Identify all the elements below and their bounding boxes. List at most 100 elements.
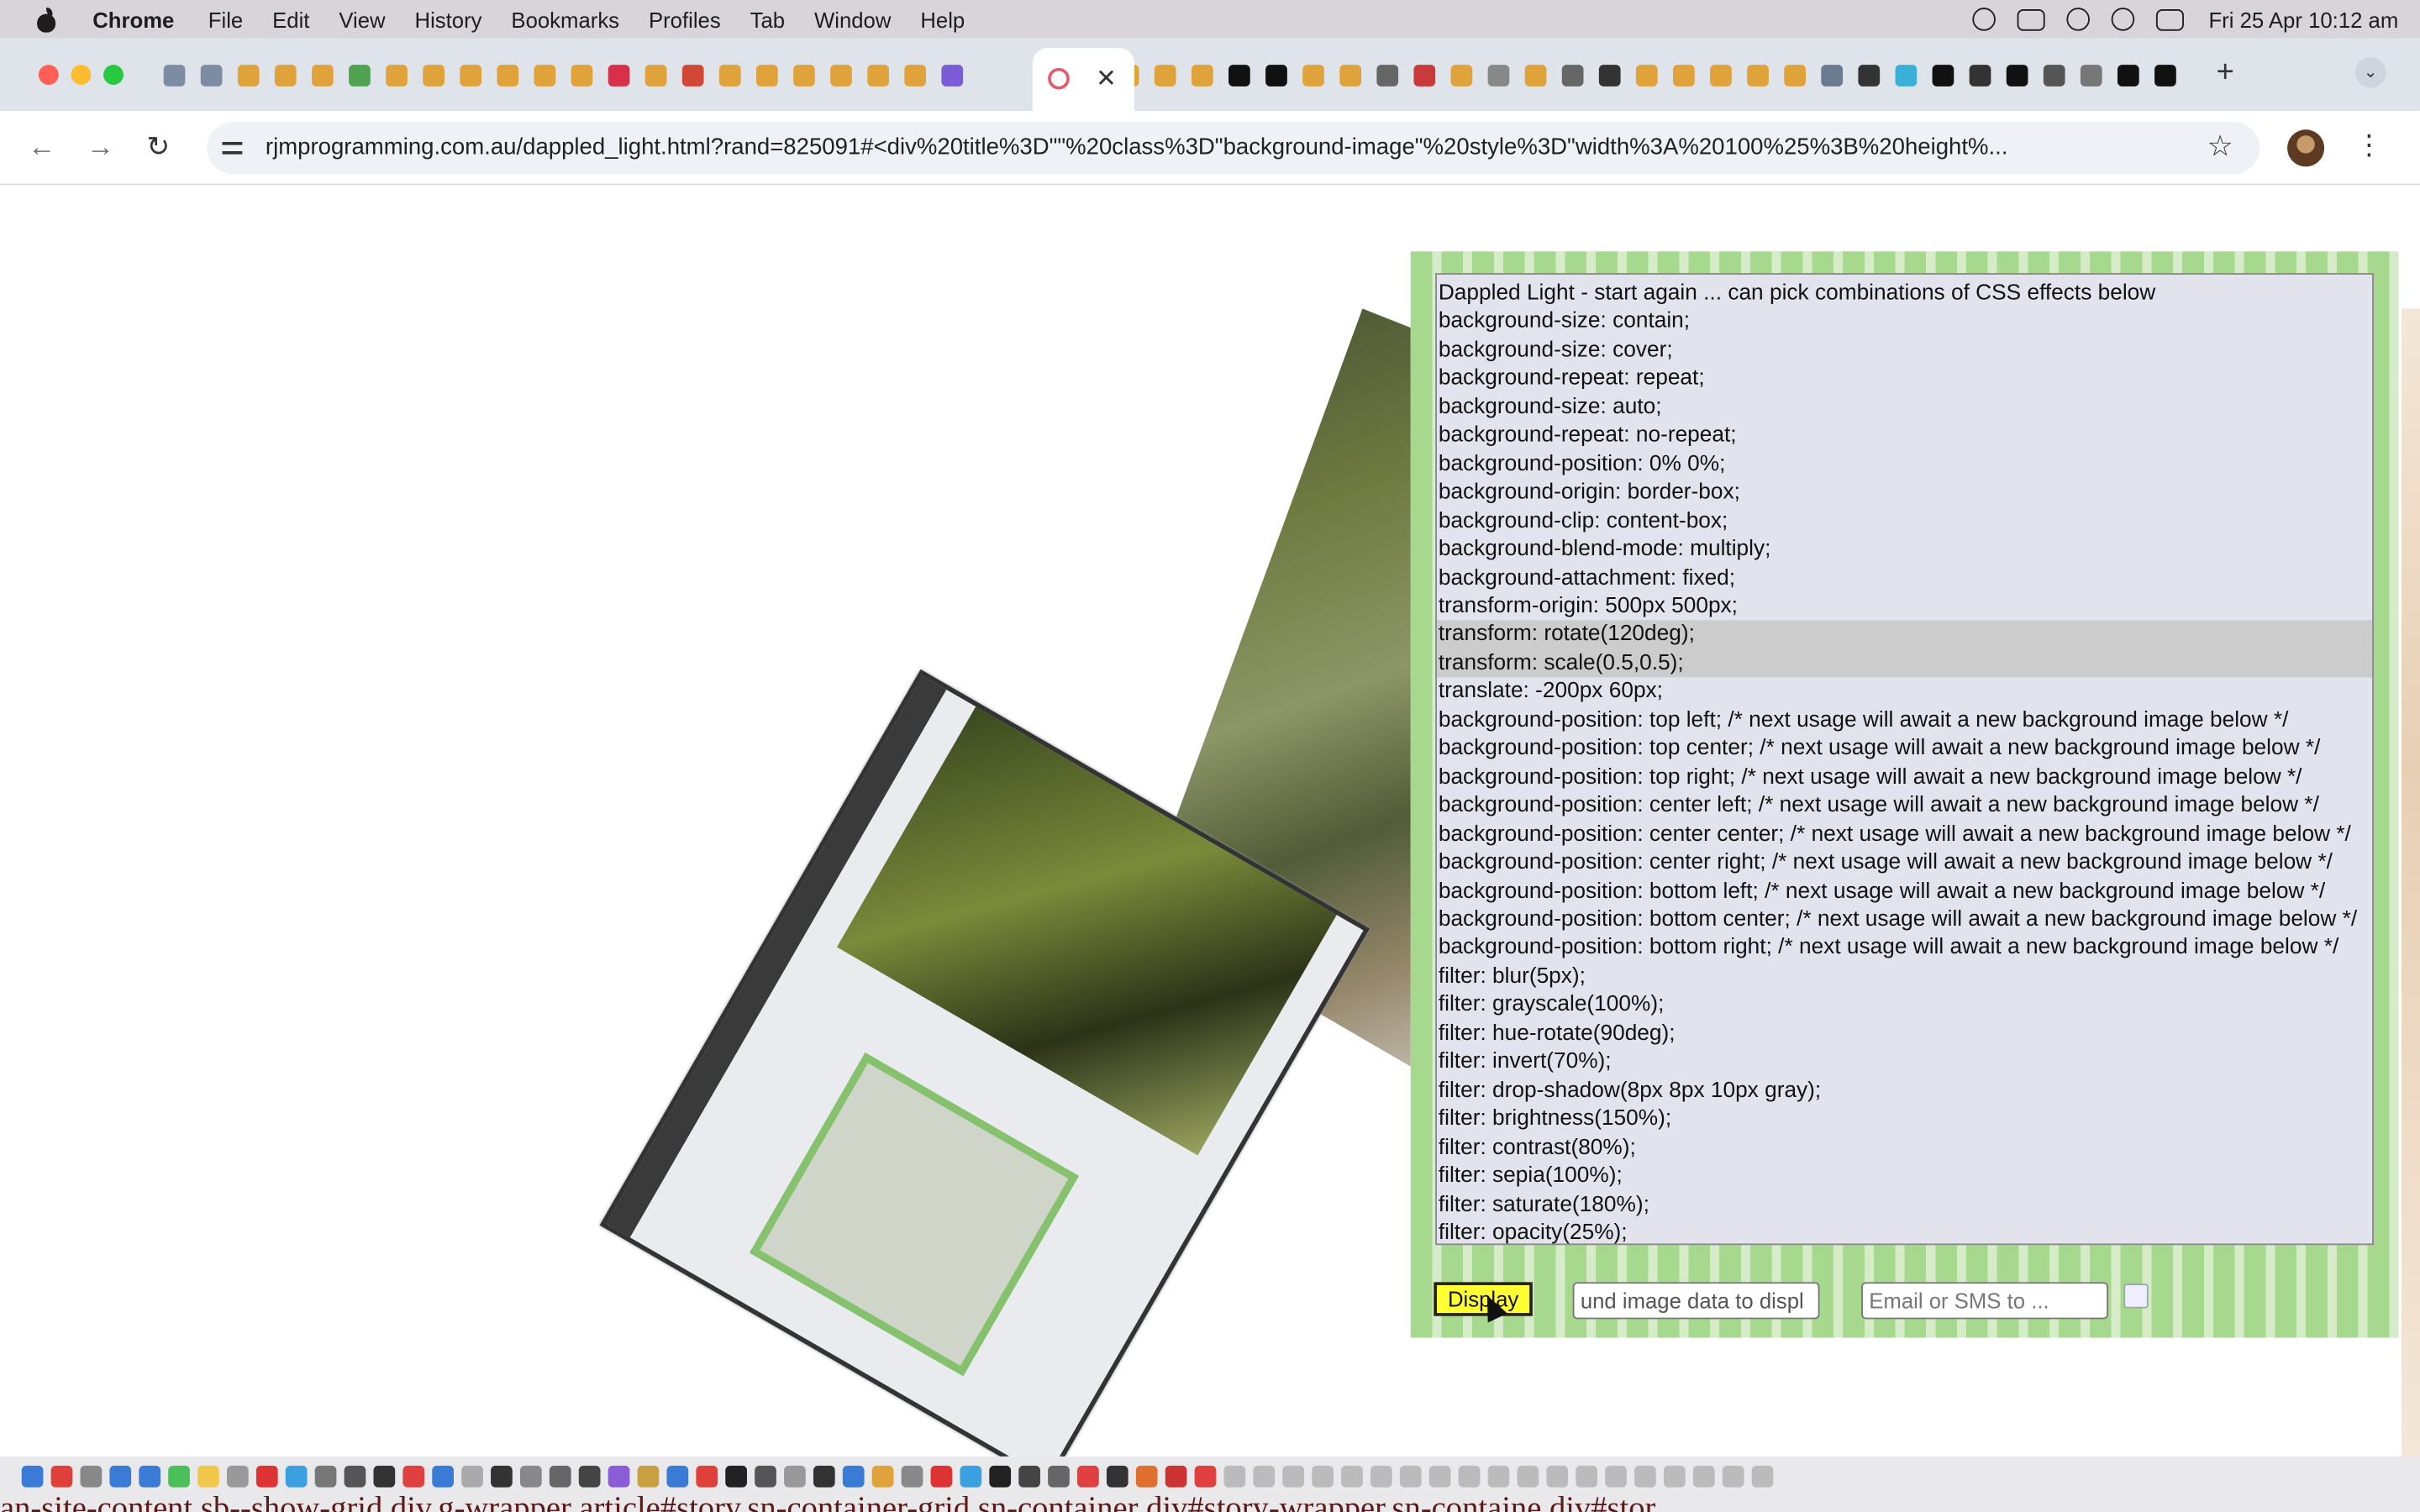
dock-app-icon[interactable]	[1722, 1465, 1744, 1488]
tab-favicon-icon[interactable]	[756, 65, 778, 87]
dock-app-icon[interactable]	[1692, 1465, 1715, 1488]
effect-option[interactable]: background-position: top right; /* next …	[1437, 764, 2372, 792]
effect-option[interactable]: filter: invert(70%);	[1437, 1048, 2372, 1077]
effect-option[interactable]: filter: grayscale(100%);	[1437, 991, 2372, 1020]
tab-favicon-icon[interactable]	[1191, 65, 1213, 87]
tab-favicon-icon[interactable]	[497, 65, 519, 87]
tab-favicon-icon[interactable]	[644, 65, 667, 87]
dock-app-icon[interactable]	[432, 1465, 454, 1488]
tab-favicon-icon[interactable]	[1413, 65, 1436, 87]
effect-option[interactable]: background-size: auto;	[1437, 393, 2372, 422]
effect-option[interactable]: transform: rotate(120deg);	[1437, 621, 2373, 650]
effect-option[interactable]: background-position: bottom center; /* n…	[1437, 906, 2372, 934]
tab-favicon-icon[interactable]	[1969, 65, 1991, 87]
dock-app-icon[interactable]	[314, 1465, 337, 1488]
dock-app-icon[interactable]	[637, 1465, 660, 1488]
effect-option[interactable]: background-position: center right; /* ne…	[1437, 848, 2372, 877]
effect-option[interactable]: transform: scale(0.5,0.5);	[1437, 649, 2373, 678]
tab-favicon-icon[interactable]	[1561, 65, 1584, 87]
dock-app-icon[interactable]	[871, 1465, 894, 1488]
dock-app-icon[interactable]	[1165, 1465, 1187, 1488]
dock-app-icon[interactable]	[696, 1465, 718, 1488]
window-maximize-button[interactable]	[103, 65, 124, 86]
dock-app-icon[interactable]	[755, 1465, 776, 1488]
send-checkbox[interactable]	[2123, 1284, 2149, 1309]
effect-option[interactable]: filter: saturate(180%);	[1437, 1190, 2372, 1219]
menu-tab[interactable]: Tab	[750, 7, 785, 31]
site-info-icon[interactable]	[221, 136, 245, 160]
dock-app-icon[interactable]	[960, 1465, 982, 1488]
tab-favicon-icon[interactable]	[1635, 65, 1658, 87]
dock-app-icon[interactable]	[109, 1465, 132, 1488]
dock-app-icon[interactable]	[1194, 1465, 1217, 1488]
tab-favicon-icon[interactable]	[571, 65, 593, 87]
menu-window[interactable]: Window	[814, 7, 891, 31]
effect-option[interactable]: background-repeat: repeat;	[1437, 365, 2372, 393]
effect-option[interactable]: transform-origin: 500px 500px;	[1437, 592, 2372, 621]
dock-app-icon[interactable]	[344, 1465, 366, 1488]
chrome-menu-icon[interactable]: ⋮	[2355, 129, 2383, 162]
tab-favicon-icon[interactable]	[312, 65, 334, 87]
menu-help[interactable]: Help	[920, 7, 965, 31]
effect-option[interactable]: background-clip: content-box;	[1437, 507, 2372, 536]
effect-option[interactable]: filter: contrast(80%);	[1437, 1133, 2372, 1162]
effect-option[interactable]: background-size: cover;	[1437, 336, 2372, 365]
spotlight-search-icon[interactable]	[2111, 8, 2135, 31]
new-tab-button[interactable]: +	[2217, 55, 2234, 91]
tab-favicon-icon[interactable]	[1154, 65, 1176, 87]
dock-app-icon[interactable]	[930, 1465, 953, 1488]
dock-app-icon[interactable]	[1605, 1465, 1627, 1488]
effect-option[interactable]: background-position: 0% 0%;	[1437, 450, 2372, 479]
dock-app-icon[interactable]	[461, 1465, 483, 1488]
address-bar[interactable]: rjmprogramming.com.au/dappled_light.html…	[207, 122, 2260, 175]
menu-file[interactable]: File	[208, 7, 243, 31]
tab-favicon-icon[interactable]	[1598, 65, 1621, 87]
dock-app-icon[interactable]	[1048, 1465, 1070, 1488]
tab-favicon-icon[interactable]	[2154, 65, 2176, 87]
profile-avatar[interactable]	[2287, 129, 2325, 167]
dock-app-icon[interactable]	[227, 1465, 249, 1488]
dock-app-icon[interactable]	[1018, 1465, 1040, 1488]
back-button[interactable]: ←	[28, 131, 55, 164]
dock-app-icon[interactable]	[1106, 1465, 1128, 1488]
tab-favicon-icon[interactable]	[941, 65, 964, 87]
dock-app-icon[interactable]	[608, 1465, 630, 1488]
dock-app-icon[interactable]	[813, 1465, 835, 1488]
dock-app-icon[interactable]	[549, 1465, 571, 1488]
tab-favicon-icon[interactable]	[1858, 65, 1881, 87]
effect-option[interactable]: Dappled Light - start again ... can pick…	[1437, 279, 2372, 307]
tab-favicon-icon[interactable]	[1821, 65, 1844, 87]
apple-logo-icon[interactable]	[34, 7, 58, 32]
effect-option[interactable]: background-position: center center; /* n…	[1437, 820, 2372, 848]
menu-profiles[interactable]: Profiles	[649, 7, 721, 31]
tab-favicon-icon[interactable]	[608, 65, 630, 87]
tab-favicon-icon[interactable]	[200, 65, 223, 87]
effect-option[interactable]: background-origin: border-box;	[1437, 479, 2372, 507]
tab-favicon-icon[interactable]	[681, 65, 704, 87]
tab-favicon-icon[interactable]	[1228, 65, 1250, 87]
effect-option[interactable]: filter: hue-rotate(90deg);	[1437, 1020, 2372, 1048]
tab-favicon-icon[interactable]	[163, 65, 186, 87]
dock-app-icon[interactable]	[1576, 1465, 1598, 1488]
forward-button[interactable]: →	[87, 131, 114, 164]
effect-option[interactable]: background-blend-mode: multiply;	[1437, 535, 2372, 564]
tab-favicon-icon[interactable]	[1710, 65, 1732, 87]
menubar-clock[interactable]: Fri 25 Apr 10:12 am	[2208, 7, 2398, 31]
dock-app-icon[interactable]	[784, 1465, 806, 1488]
dock-app-icon[interactable]	[80, 1465, 103, 1488]
tab-favicon-icon[interactable]	[2118, 65, 2139, 87]
dock-app-icon[interactable]	[1135, 1465, 1158, 1488]
battery-icon[interactable]	[2017, 8, 2045, 30]
dock-app-icon[interactable]	[1634, 1465, 1656, 1488]
effect-option[interactable]: background-position: bottom left; /* nex…	[1437, 877, 2372, 906]
tab-favicon-icon[interactable]	[386, 65, 408, 87]
effect-option[interactable]: background-position: top center; /* next…	[1437, 735, 2372, 764]
dock-app-icon[interactable]	[725, 1465, 747, 1488]
dock-app-icon[interactable]	[1370, 1465, 1392, 1488]
dock-app-icon[interactable]	[373, 1465, 396, 1488]
menu-app-name[interactable]: Chrome	[92, 7, 174, 31]
window-close-button[interactable]	[38, 65, 59, 86]
effect-option[interactable]: background-position: top left; /* next u…	[1437, 706, 2372, 735]
dock-app-icon[interactable]	[1664, 1465, 1686, 1488]
dock-app-icon[interactable]	[1546, 1465, 1569, 1488]
